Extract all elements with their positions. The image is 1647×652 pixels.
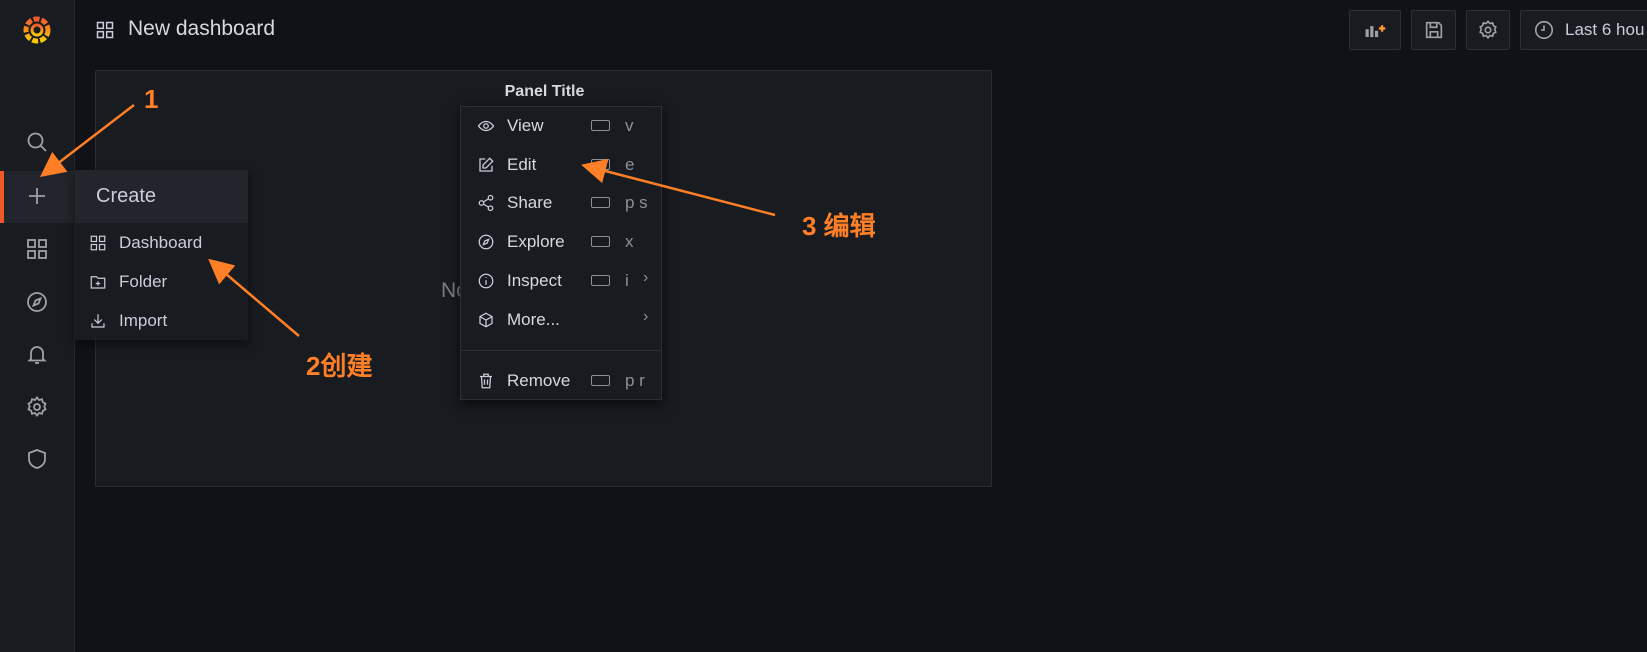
- arrow-3: [581, 158, 776, 217]
- annotation-step-1: 1: [144, 84, 159, 114]
- arrow-1: [40, 104, 135, 178]
- arrow-2: [208, 258, 300, 337]
- annotation-step-2: 2创建: [306, 351, 373, 381]
- annotation-arrows: [40, 104, 776, 337]
- annotation-step-3: 3 编辑: [802, 211, 876, 241]
